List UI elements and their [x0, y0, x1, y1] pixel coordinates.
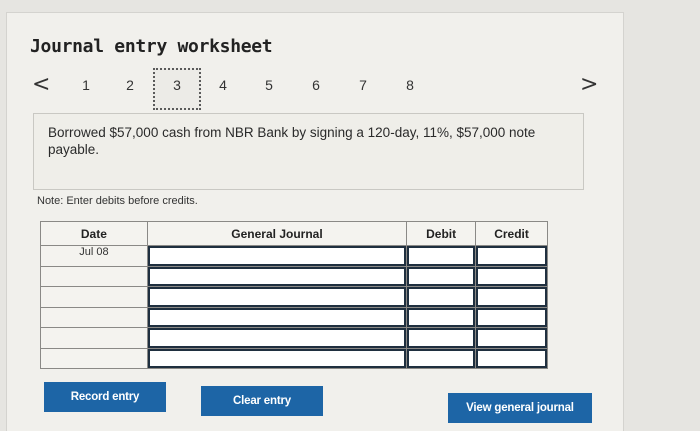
step-4[interactable]: 4 — [213, 77, 233, 93]
debit-input[interactable] — [407, 287, 476, 307]
debit-input[interactable] — [407, 246, 476, 266]
date-cell — [40, 306, 148, 328]
account-cell[interactable] — [146, 306, 408, 328]
credit-cell[interactable] — [475, 327, 548, 349]
credit-cell[interactable] — [475, 306, 548, 328]
step-1[interactable]: 1 — [76, 77, 96, 93]
record-entry-button[interactable]: Record entry — [44, 382, 166, 412]
account-cell[interactable] — [146, 286, 408, 308]
credit-cell[interactable] — [475, 265, 548, 287]
debit-cell[interactable] — [406, 286, 477, 308]
table-row: Jul 08 — [40, 245, 548, 267]
credit-input[interactable] — [476, 307, 547, 327]
credit-cell[interactable] — [475, 286, 548, 308]
general-journal-column-header: General Journal — [146, 221, 408, 246]
date-cell — [40, 265, 148, 287]
account-input[interactable] — [147, 348, 407, 368]
debit-cell[interactable] — [406, 245, 477, 267]
credit-input[interactable] — [476, 287, 547, 307]
date-cell — [40, 327, 148, 349]
table-row — [40, 306, 548, 328]
view-general-journal-button[interactable]: View general journal — [448, 393, 592, 423]
table-row — [40, 265, 548, 287]
step-8[interactable]: 8 — [400, 77, 420, 93]
debit-input[interactable] — [407, 328, 476, 348]
table-row — [40, 327, 548, 349]
step-5[interactable]: 5 — [259, 77, 279, 93]
debit-cell[interactable] — [406, 327, 477, 349]
date-column-header: Date — [40, 221, 148, 246]
date-cell: Jul 08 — [40, 245, 148, 267]
date-cell — [40, 347, 148, 369]
debit-cell[interactable] — [406, 347, 477, 369]
credit-input[interactable] — [476, 328, 547, 348]
step-7[interactable]: 7 — [353, 77, 373, 93]
account-input[interactable] — [147, 246, 407, 266]
credit-cell[interactable] — [475, 347, 548, 369]
credit-input[interactable] — [476, 348, 547, 368]
debit-cell[interactable] — [406, 265, 477, 287]
next-step-arrow-icon[interactable]: > — [580, 74, 598, 96]
account-cell[interactable] — [146, 245, 408, 267]
entry-note: Note: Enter debits before credits. — [37, 195, 198, 207]
table-row — [40, 347, 548, 369]
debit-column-header: Debit — [406, 221, 477, 246]
clear-entry-button[interactable]: Clear entry — [201, 386, 323, 416]
account-input[interactable] — [147, 266, 407, 286]
date-cell — [40, 286, 148, 308]
credit-cell[interactable] — [475, 245, 548, 267]
account-cell[interactable] — [146, 327, 408, 349]
account-input[interactable] — [147, 307, 407, 327]
debit-input[interactable] — [407, 348, 476, 368]
credit-input[interactable] — [476, 246, 547, 266]
credit-column-header: Credit — [475, 221, 548, 246]
debit-input[interactable] — [407, 307, 476, 327]
prev-step-arrow-icon[interactable]: < — [32, 74, 50, 96]
step-2[interactable]: 2 — [120, 77, 140, 93]
account-input[interactable] — [147, 328, 407, 348]
table-row — [40, 286, 548, 308]
transaction-prompt-box: Borrowed $57,000 cash from NBR Bank by s… — [33, 113, 584, 190]
account-cell[interactable] — [146, 265, 408, 287]
credit-input[interactable] — [476, 266, 547, 286]
debit-input[interactable] — [407, 266, 476, 286]
debit-cell[interactable] — [406, 306, 477, 328]
step-3[interactable]: 3 — [167, 77, 187, 93]
account-input[interactable] — [147, 287, 407, 307]
account-cell[interactable] — [146, 347, 408, 369]
transaction-description: Borrowed $57,000 cash from NBR Bank by s… — [48, 125, 536, 157]
page-title: Journal entry worksheet — [30, 36, 273, 57]
journal-entry-table: Date General Journal Debit Credit Jul 08 — [40, 221, 548, 369]
step-6[interactable]: 6 — [306, 77, 326, 93]
